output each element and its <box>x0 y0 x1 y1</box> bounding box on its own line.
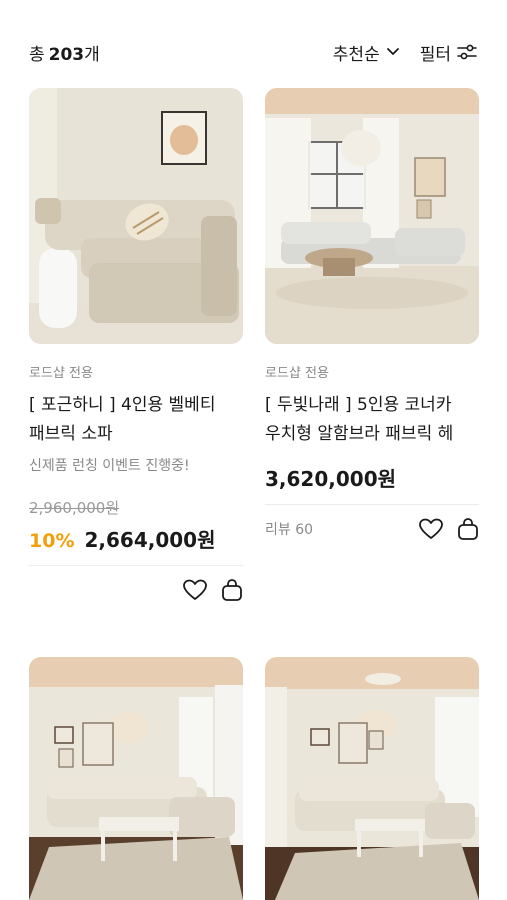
product-image[interactable] <box>265 88 479 344</box>
list-header: 총 203개 추천순 필터 <box>29 36 477 68</box>
original-price: 2,960,000원 <box>29 499 120 517</box>
review-count[interactable]: 리뷰 60 <box>265 519 313 539</box>
product-title[interactable]: [ 포근하니 ] 4인용 벨베티 패브릭 소파 <box>29 391 243 449</box>
product-title-line: 우치형 알함브라 패브릭 헤 <box>265 424 454 444</box>
product-card[interactable]: 로드샵 전용 [ 포근하니 ] 4인용 벨베티 패브릭 소파 신제품 런칭 이벤… <box>29 88 243 602</box>
chevron-down-icon <box>386 47 400 57</box>
action-icons <box>419 517 479 541</box>
count-prefix: 총 <box>29 44 45 65</box>
product-title-line: 패브릭 소파 <box>29 424 113 444</box>
product-title[interactable]: [ 두빛나래 ] 5인용 코너카 우치형 알함브라 패브릭 헤 <box>265 391 479 449</box>
review-label: 리뷰 <box>265 522 291 538</box>
product-title-line: [ 포근하니 ] 4인용 벨베티 <box>29 395 216 415</box>
sliders-icon <box>457 43 477 61</box>
shopping-bag-icon[interactable] <box>221 578 243 602</box>
seller-label: 로드샵 전용 <box>265 366 329 381</box>
product-card[interactable] <box>265 657 479 900</box>
product-image[interactable] <box>29 657 243 900</box>
sale-price: 3,620,000원 <box>265 467 397 491</box>
price-row: 10% 2,664,000원 <box>29 524 243 553</box>
review-number: 60 <box>295 522 314 538</box>
product-count: 총 203개 <box>29 40 100 65</box>
card-actions: 리뷰 60 <box>265 517 479 541</box>
count-value: 203 <box>48 44 85 65</box>
product-card[interactable] <box>29 657 243 900</box>
card-actions <box>29 578 243 602</box>
list-controls: 추천순 필터 <box>333 40 477 65</box>
sort-button[interactable]: 추천순 <box>333 40 400 65</box>
sale-price: 2,664,000원 <box>84 528 216 552</box>
promo-text: 신제품 런칭 이벤트 진행중! <box>29 458 190 474</box>
product-image[interactable] <box>265 657 479 900</box>
heart-icon[interactable] <box>183 579 207 601</box>
product-card[interactable]: 로드샵 전용 [ 두빛나래 ] 5인용 코너카 우치형 알함브라 패브릭 헤 3… <box>265 88 479 541</box>
heart-icon[interactable] <box>419 517 443 541</box>
divider <box>265 504 479 505</box>
discount-rate: 10% <box>29 530 75 552</box>
product-image[interactable] <box>29 88 243 344</box>
count-suffix: 개 <box>84 44 100 65</box>
sort-label: 추천순 <box>332 44 380 65</box>
divider <box>29 565 243 566</box>
filter-label: 필터 <box>419 44 451 65</box>
product-title-line: [ 두빛나래 ] 5인용 코너카 <box>265 395 452 415</box>
filter-button[interactable]: 필터 <box>420 40 477 65</box>
shopping-bag-icon[interactable] <box>457 517 479 541</box>
seller-label: 로드샵 전용 <box>29 366 93 381</box>
